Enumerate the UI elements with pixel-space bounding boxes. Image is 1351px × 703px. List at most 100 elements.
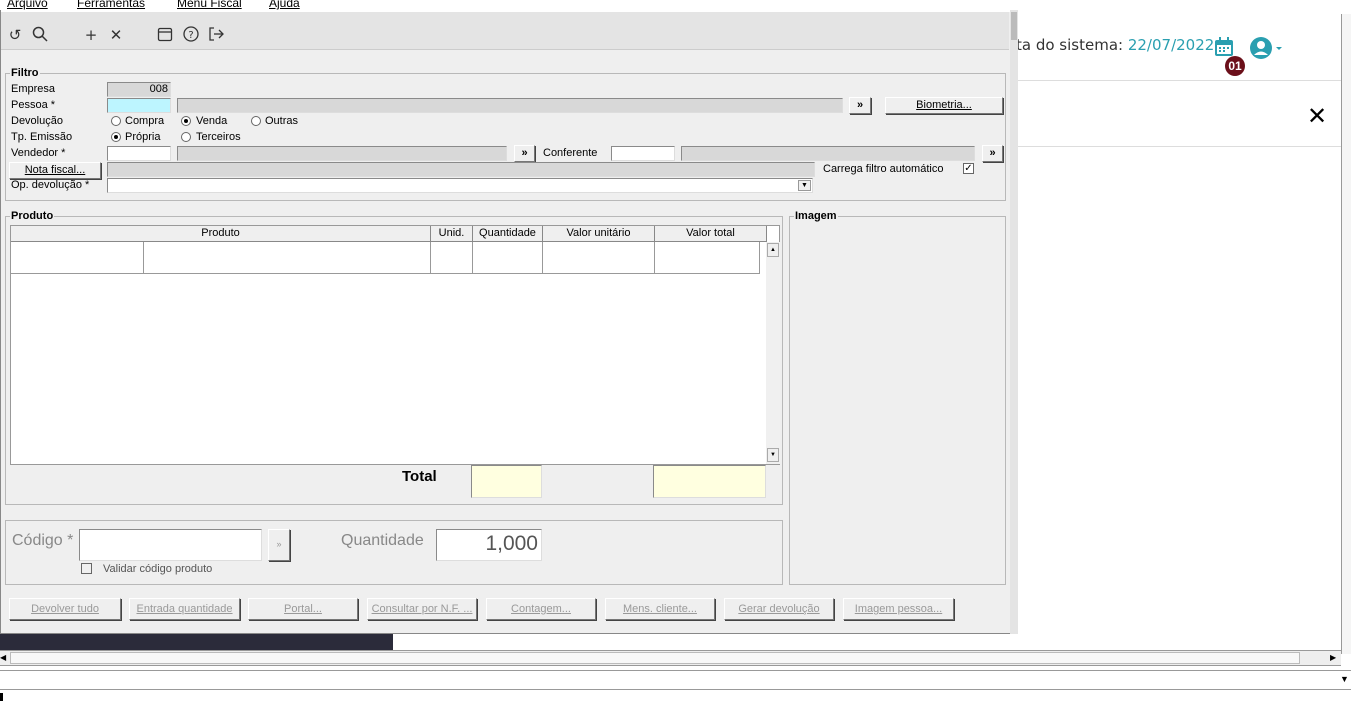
pessoa-search-button[interactable]: » [849,97,871,114]
conferente-search-button[interactable]: » [982,145,1003,162]
menu-item-menu-fiscal[interactable]: Menu Fiscal [177,0,242,10]
scroll-down-icon[interactable]: ▼ [767,448,779,462]
validar-codigo-checkbox[interactable] [81,563,92,574]
horizontal-scrollbar[interactable]: ◀ ▶ [0,650,1341,666]
exit-icon[interactable] [207,26,225,44]
devolver-tudo-button[interactable]: Devolver tudo [9,598,121,620]
calendar-icon[interactable] [156,26,174,44]
carrega-filtro-label: Carrega filtro automático [823,163,944,175]
devolucao-window: Arquivo Ferramentas Menu Fiscal Ajuda ↺ … [0,0,1018,634]
radio-propria[interactable] [111,132,121,142]
system-date-label: ta do sistema: 22/07/2022 [1016,36,1215,54]
toolbar: ↺ + ✕ ? [1,12,1009,50]
carrega-filtro-checkbox[interactable]: ✓ [963,163,974,174]
pessoa-name-field [177,98,843,113]
status-line [0,693,1351,703]
imagem-pessoa-button[interactable]: Imagem pessoa... [843,598,954,620]
radio-terceiros[interactable] [181,132,191,142]
op-devolucao-select[interactable]: ▼ [107,178,813,193]
empresa-label: Empresa [11,83,56,95]
mens-cliente-button[interactable]: Mens. cliente... [605,598,715,620]
nota-fiscal-button[interactable]: Nota fiscal... [9,162,101,179]
contagem-button[interactable]: Contagem... [486,598,596,620]
entrada-quantidade-button[interactable]: Entrada quantidade [129,598,240,620]
column-header-produto[interactable]: Produto [11,226,431,242]
x-icon[interactable]: ✕ [107,26,125,44]
table-cell[interactable] [473,242,543,274]
total-label: Total [402,468,437,485]
user-menu-icon[interactable] [1249,36,1285,60]
grid-scrollbar[interactable]: ▲ ▼ [766,242,780,464]
scroll-right-icon[interactable]: ▶ [1330,653,1336,662]
column-header-valor-unitario[interactable]: Valor unitário [543,226,655,242]
table-cell[interactable] [543,242,655,274]
column-header-unid[interactable]: Unid. [431,226,473,242]
biometria-button[interactable]: Biometria... [885,97,1003,114]
vendedor-search-button[interactable]: » [514,145,535,162]
svg-text:?: ? [188,30,193,41]
emissao-label: Tp. Emissão [11,131,73,143]
radio-propria-label: Própria [125,131,161,143]
table-cell[interactable] [11,242,144,274]
devolucao-label: Devolução [11,115,63,127]
vertical-scrollbar[interactable] [1341,14,1351,654]
quantidade-label: Quantidade [341,532,424,549]
quantidade-input[interactable]: 1,000 [436,529,542,561]
table-cell[interactable] [655,242,760,274]
window-scrollbar[interactable] [1010,10,1018,634]
close-icon[interactable]: ✕ [1307,102,1327,130]
scroll-up-icon[interactable]: ▲ [767,243,779,257]
filtro-legend: Filtro [10,67,40,79]
imagem-legend: Imagem [794,210,838,222]
vendedor-label: Vendedor * [11,147,66,159]
produto-grid[interactable]: Produto Unid. Quantidade Valor unitário … [10,225,780,465]
menu-item-ferramentas[interactable]: Ferramentas [77,0,145,10]
menu-item-arquivo[interactable]: Arquivo [7,0,48,10]
pessoa-label: Pessoa * [11,99,56,111]
total-valor-field [653,465,766,498]
menu-bar: Arquivo Ferramentas Menu Fiscal Ajuda [1,0,1018,12]
codigo-input[interactable] [79,529,262,561]
pessoa-code-field[interactable] [107,98,171,113]
radio-compra[interactable] [111,116,121,126]
help-icon[interactable]: ? [182,26,200,44]
consultar-nf-button[interactable]: Consultar por N.F. ... [367,598,477,620]
calendar-icon[interactable] [1213,36,1235,58]
conferente-code-field[interactable] [611,146,675,161]
gerar-devolucao-button[interactable]: Gerar devolução [724,598,834,620]
search-icon[interactable] [31,26,49,44]
total-quantidade-field [471,465,542,498]
table-cell[interactable] [144,242,431,274]
radio-outras-label: Outras [265,115,299,127]
vendedor-code-field[interactable] [107,146,171,161]
notification-badge: 01 [1225,56,1245,76]
scroll-left-icon[interactable]: ◀ [0,653,6,662]
chevron-down-icon[interactable]: ▼ [1340,674,1349,684]
radio-venda-label: Venda [196,115,228,127]
conferente-label: Conferente [543,147,598,159]
codigo-search-button[interactable]: » [268,529,290,561]
undo-icon[interactable]: ↺ [6,26,24,44]
bottom-combo[interactable]: ▼ [0,670,1351,690]
chevron-down-icon[interactable]: ▼ [798,180,811,191]
column-header-valor-total[interactable]: Valor total [655,226,767,242]
validar-codigo-label: Validar código produto [103,563,213,575]
radio-outras[interactable] [251,116,261,126]
radio-venda[interactable] [181,116,191,126]
column-header-quantidade[interactable]: Quantidade [473,226,543,242]
vendedor-name-field [177,146,507,161]
taskbar-strip [0,632,393,650]
produto-legend: Produto [10,210,55,222]
menu-item-ajuda[interactable]: Ajuda [269,0,300,10]
portal-button[interactable]: Portal... [248,598,358,620]
table-cell[interactable] [431,242,473,274]
plus-icon[interactable]: + [82,26,100,44]
nota-fiscal-field [107,162,815,177]
codigo-label: Código * [12,532,74,549]
radio-compra-label: Compra [125,115,165,127]
empresa-field[interactable]: 008 [107,82,171,97]
imagem-group [789,216,1006,585]
system-header: ta do sistema: 22/07/2022 01 [1016,14,1341,81]
system-date-value: 22/07/2022 [1127,36,1215,54]
scrollbar-thumb[interactable] [10,652,1300,664]
